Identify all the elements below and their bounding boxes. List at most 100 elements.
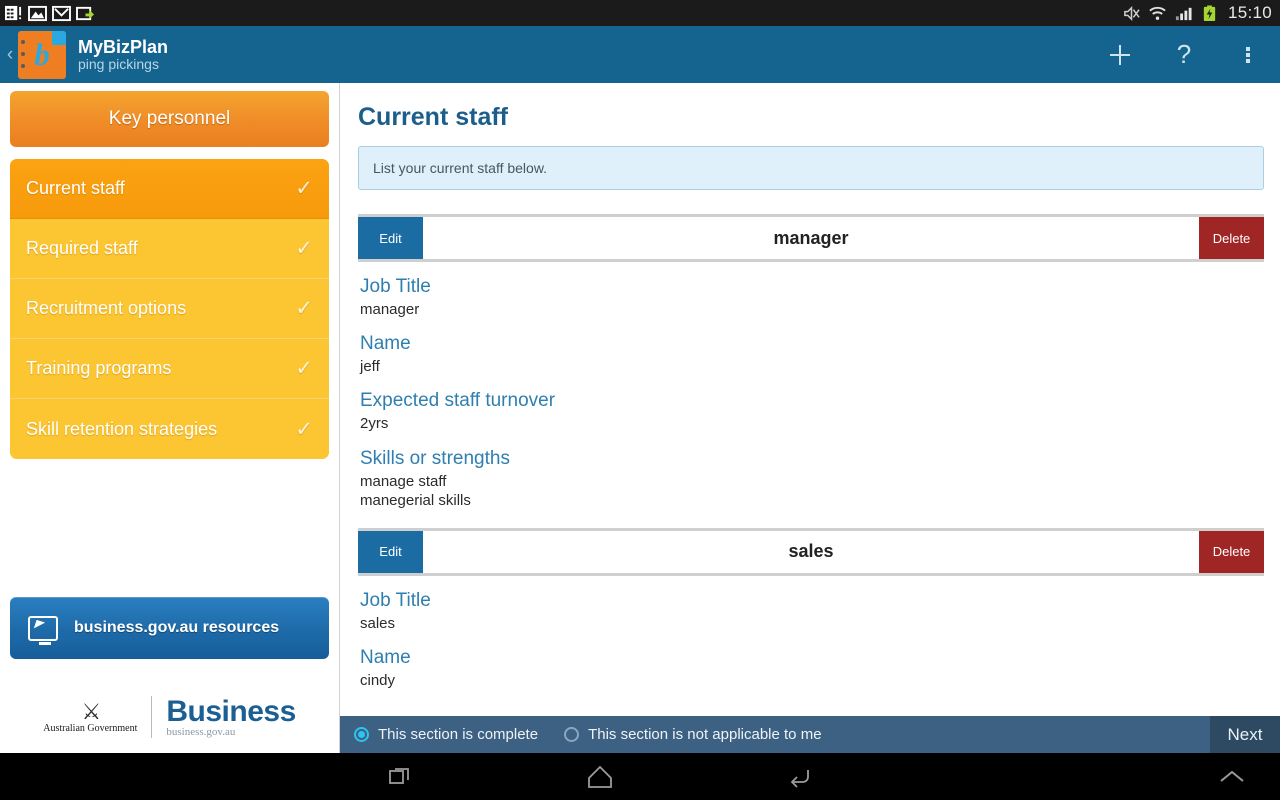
- sidebar-item-recruitment-options[interactable]: Recruitment options ✓: [10, 279, 329, 339]
- app-title-block: MyBizPlan ping pickings: [78, 37, 168, 73]
- staff-entry-fields: Job Title manager Name jeff Expected sta…: [358, 262, 1264, 522]
- expand-up-button[interactable]: [1202, 753, 1262, 800]
- field-value: cindy: [360, 672, 396, 690]
- wifi-icon: [1149, 6, 1166, 20]
- check-icon: ✓: [295, 297, 313, 320]
- edit-button[interactable]: Edit: [358, 217, 423, 259]
- battery-charging-icon: [1203, 4, 1216, 21]
- staff-entry-name: sales: [788, 541, 834, 562]
- monitor-icon: [28, 615, 58, 645]
- back-button[interactable]: [700, 753, 900, 800]
- sidebar-nav-list: Current staff ✓ Required staff ✓ Recruit…: [10, 159, 329, 459]
- app-subtitle: ping pickings: [78, 55, 159, 72]
- gmail-icon: [52, 5, 71, 21]
- sidebar-item-required-staff[interactable]: Required staff ✓: [10, 219, 329, 279]
- back-chevron-icon[interactable]: ‹: [2, 45, 18, 64]
- page-body: Key personnel Current staff ✓ Required s…: [0, 83, 1280, 753]
- app-logo-icon: b: [18, 30, 66, 79]
- radio-section-complete[interactable]: This section is complete: [354, 726, 538, 743]
- field-value: 2yrs: [360, 415, 389, 433]
- business-brand: Business business.gov.au: [166, 694, 296, 739]
- android-status-bar: 15:10: [0, 0, 1280, 26]
- delete-button[interactable]: Delete: [1199, 217, 1264, 259]
- check-icon: ✓: [295, 237, 313, 260]
- radio-section-not-applicable[interactable]: This section is not applicable to me: [564, 726, 822, 743]
- overflow-menu-button[interactable]: [1216, 26, 1280, 83]
- sidebar-item-label: Training programs: [26, 358, 172, 378]
- radio-icon-selected[interactable]: [354, 727, 369, 742]
- add-icon: [1110, 44, 1130, 65]
- main-scroll-area[interactable]: Current staff List your current staff be…: [340, 83, 1280, 753]
- field-value: manage staff manegerial skills: [360, 472, 471, 509]
- field-label: Skills or strengths: [360, 447, 510, 469]
- overflow-menu-icon: [1246, 45, 1250, 65]
- chevron-up-icon: [1220, 770, 1244, 782]
- field-label: Name: [360, 333, 411, 355]
- business-resources-button[interactable]: business.gov.au resources: [10, 597, 329, 659]
- staff-entry: Edit sales Delete Job Title sales Name c…: [358, 527, 1264, 702]
- recents-button[interactable]: [300, 753, 500, 800]
- info-box: List your current staff below.: [358, 146, 1264, 190]
- field-value: sales: [360, 614, 396, 632]
- business-resources-label: business.gov.au resources: [74, 619, 280, 636]
- recents-icon: [389, 767, 409, 784]
- staff-entry-header: Edit manager Delete: [358, 214, 1264, 262]
- sidebar-item-label: Recruitment options: [26, 298, 187, 318]
- sim-card-icon: [5, 5, 22, 20]
- sidebar: Key personnel Current staff ✓ Required s…: [0, 83, 340, 753]
- radio-label: This section is not applicable to me: [588, 726, 822, 743]
- staff-entry-fields: Job Title sales Name cindy: [358, 576, 1264, 702]
- status-clock: 15:10: [1227, 3, 1272, 22]
- home-icon: [588, 765, 612, 788]
- gov-caption: Australian Government: [43, 722, 138, 734]
- delete-button[interactable]: Delete: [1199, 530, 1264, 573]
- sidebar-section-header[interactable]: Key personnel: [10, 91, 329, 147]
- screenshot-share-icon: [76, 6, 94, 20]
- field-value: manager: [360, 301, 420, 318]
- add-button[interactable]: [1088, 26, 1152, 83]
- edit-button[interactable]: Edit: [358, 530, 423, 573]
- government-logo: ⚔ Australian Government Business busines…: [0, 696, 339, 739]
- field-label: Job Title: [360, 589, 431, 611]
- crest-icon: ⚔: [81, 698, 101, 724]
- help-icon: ?: [1176, 39, 1192, 69]
- sidebar-item-label: Required staff: [26, 238, 138, 258]
- next-button[interactable]: Next: [1210, 716, 1280, 753]
- staff-entry-header: Edit sales Delete: [358, 527, 1264, 576]
- app-actions: ?: [1088, 26, 1280, 83]
- app-title: MyBizPlan: [78, 36, 169, 57]
- sidebar-item-label: Skill retention strategies: [26, 418, 218, 439]
- sidebar-item-skill-retention-strategies[interactable]: Skill retention strategies ✓: [10, 399, 329, 459]
- field-value: jeff: [360, 358, 380, 376]
- check-icon: ✓: [295, 177, 313, 200]
- radio-label: This section is complete: [378, 726, 539, 743]
- field-label: Expected staff turnover: [360, 390, 556, 412]
- cursor-arrow-icon: [33, 619, 46, 631]
- back-icon: [790, 769, 809, 788]
- radio-icon-unselected[interactable]: [564, 727, 580, 742]
- mute-icon: [1124, 5, 1140, 21]
- sidebar-item-training-programs[interactable]: Training programs ✓: [10, 339, 329, 399]
- check-icon: ✓: [295, 417, 313, 441]
- android-nav-bar: [0, 753, 1280, 800]
- sidebar-item-current-staff[interactable]: Current staff ✓: [10, 159, 329, 219]
- staff-entry-name: manager: [773, 227, 849, 248]
- gallery-image-icon: [28, 5, 47, 21]
- main-content: Current staff List your current staff be…: [340, 83, 1280, 753]
- cell-signal-icon: [1175, 7, 1192, 20]
- page-title: Current staff: [358, 103, 509, 131]
- app-logo-letter: b: [34, 36, 50, 72]
- help-button[interactable]: ?: [1152, 26, 1216, 83]
- sidebar-item-label: Current staff: [26, 178, 125, 198]
- australian-government-crest: ⚔ Australian Government: [43, 698, 138, 734]
- home-button[interactable]: [500, 753, 700, 800]
- field-label: Job Title: [360, 276, 431, 297]
- staff-entry: Edit manager Delete Job Title manager Na…: [358, 214, 1264, 522]
- screen-root: 15:10 ‹ b MyBizPlan ping pickings ? Key …: [0, 0, 1280, 800]
- check-icon: ✓: [295, 357, 313, 380]
- app-header-bar: ‹ b MyBizPlan ping pickings ?: [0, 26, 1280, 83]
- field-label: Name: [360, 647, 411, 669]
- section-status-bar: This section is complete This section is…: [340, 716, 1280, 753]
- status-system-icons: 15:10: [1122, 3, 1272, 23]
- business-wordmark: Business: [166, 694, 296, 728]
